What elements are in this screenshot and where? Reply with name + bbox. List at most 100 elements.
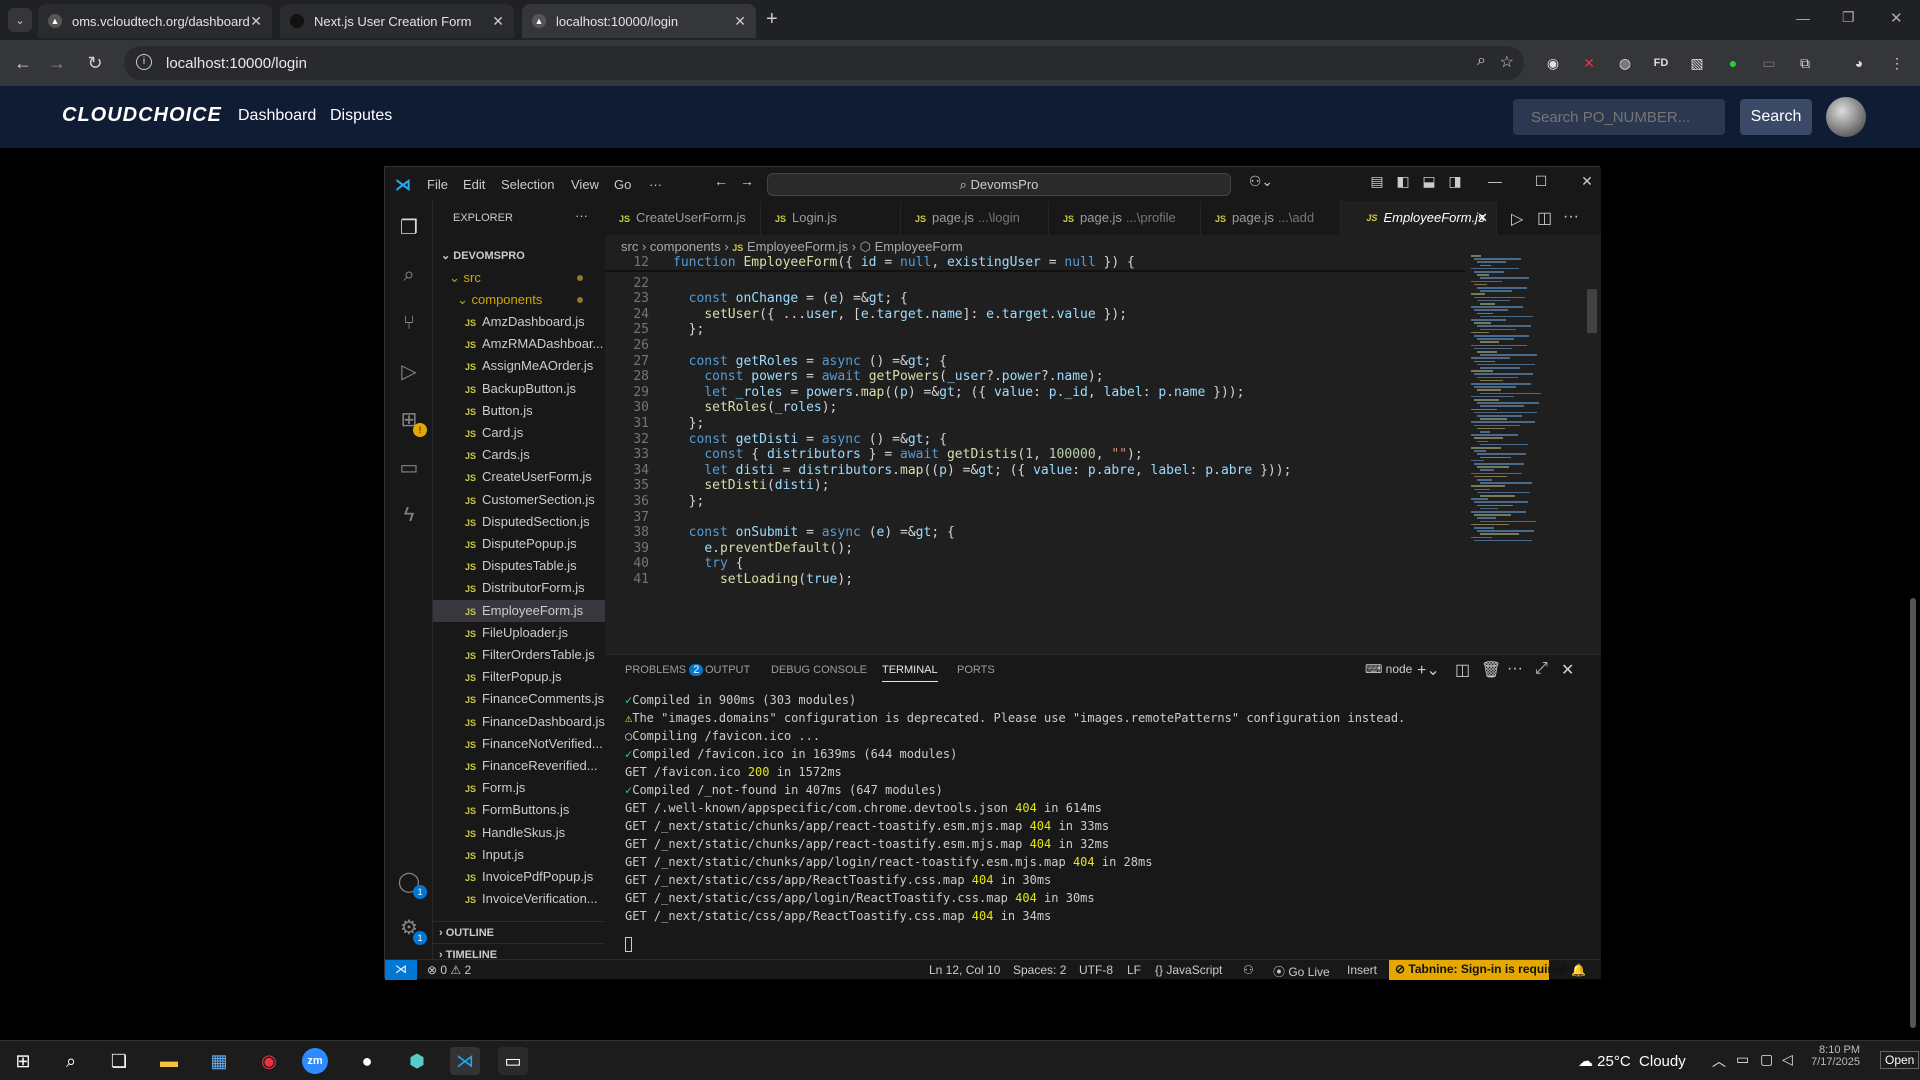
extension-dark-icon[interactable]: ▭ (1758, 52, 1780, 74)
user-avatar[interactable] (1826, 97, 1866, 137)
microsoft-store-icon[interactable]: ▦ (204, 1047, 234, 1075)
extensions-puzzle-icon[interactable]: ⧉ (1794, 52, 1816, 74)
task-view-icon[interactable]: ❏ (104, 1047, 134, 1075)
editor-scrollbar[interactable] (1587, 289, 1597, 333)
minimap[interactable] (1465, 255, 1585, 653)
breadcrumb-item[interactable]: EmployeeForm.js (747, 239, 848, 254)
file-item[interactable]: JS DistributorForm.js (433, 577, 605, 599)
browser-tab-login[interactable]: ▲ localhost:10000/login ✕ (522, 4, 756, 38)
code-line[interactable]: function EmployeeForm({ id = null, exist… (673, 255, 1135, 270)
vscode-taskbar-icon[interactable]: ⋊ (450, 1047, 480, 1075)
tray-display-icon[interactable]: ▢ (1760, 1051, 1773, 1068)
lightning-icon[interactable]: ϟ (395, 501, 423, 529)
close-tab-icon[interactable]: ✕ (250, 13, 262, 30)
extension-fd-icon[interactable]: FD (1650, 52, 1672, 74)
encoding[interactable]: UTF-8 (1079, 963, 1113, 977)
accounts-icon[interactable]: ◯ 1 (395, 867, 427, 899)
nav-disputes-link[interactable]: Disputes (330, 107, 392, 125)
kill-terminal-icon[interactable]: 🗑 (1481, 660, 1501, 680)
tray-chevron-up-icon[interactable]: ︿ (1712, 1051, 1726, 1071)
po-number-search-input[interactable] (1513, 99, 1725, 135)
clock[interactable]: 8:10 PM 7/17/2025 (1806, 1044, 1860, 1068)
editor-tab[interactable]: JS Login.js (761, 201, 901, 235)
timeline-section[interactable]: › TIMELINE (433, 943, 605, 959)
close-tab-icon[interactable]: ✕ (734, 13, 746, 30)
file-item[interactable]: JS Form.js (433, 777, 605, 799)
browser-menu-icon[interactable]: ⋮ (1886, 52, 1908, 74)
file-item[interactable]: JS FilterPopup.js (433, 666, 605, 688)
app-hex-icon[interactable]: ⬢ (402, 1047, 432, 1075)
site-logo[interactable]: CLOUDCHOICE (62, 104, 222, 127)
file-item[interactable]: JS HandleSkus.js (433, 822, 605, 844)
extension-globe-icon[interactable]: ◍ (1614, 52, 1636, 74)
code-line[interactable]: const onSubmit = async (e) =&gt; { (673, 525, 955, 540)
zoom-app-icon[interactable]: zm (302, 1048, 328, 1074)
maximize-panel-icon[interactable]: ⤢ (1535, 660, 1548, 678)
go-back-icon[interactable]: ← (709, 173, 733, 195)
file-item[interactable]: JS Input.js (433, 844, 605, 866)
file-item[interactable]: JS FinanceDashboard.js (433, 711, 605, 733)
file-item[interactable]: JS FileUploader.js (433, 622, 605, 644)
search-icon[interactable]: ⌕ (395, 261, 423, 289)
breadcrumb-item[interactable]: EmployeeForm (875, 239, 963, 254)
code-line[interactable]: try { (673, 556, 743, 571)
terminal-shell-selector[interactable]: ⌨ node (1365, 662, 1412, 676)
copilot-icon[interactable]: ⚇⌄ (1243, 173, 1279, 195)
file-item[interactable]: JS CreateUserForm.js (433, 466, 605, 488)
code-line[interactable]: }; (673, 322, 705, 337)
file-item[interactable]: JS DisputePopup.js (433, 533, 605, 555)
editor-tab[interactable]: JS page.js ...\add (1201, 201, 1341, 235)
close-panel-icon[interactable]: ✕ (1561, 660, 1574, 680)
code-line[interactable]: const onChange = (e) =&gt; { (673, 291, 908, 306)
close-window-icon[interactable]: ✕ (1890, 9, 1903, 27)
search-button[interactable]: Search (1740, 99, 1812, 135)
file-explorer-icon[interactable]: ▬ (154, 1047, 184, 1075)
bookmark-star-icon[interactable]: ☆ (1500, 52, 1514, 72)
problems-status[interactable]: ⊗ 0 ⚠ 2 (427, 963, 471, 977)
menu-edit[interactable]: Edit (463, 177, 485, 192)
maximize-icon[interactable]: ☐ (1529, 173, 1553, 195)
file-item[interactable]: JS AmzRMADashboar... (433, 333, 605, 355)
close-tab-icon[interactable]: ✕ (492, 13, 504, 30)
file-item[interactable]: JS AssignMeAOrder.js (433, 355, 605, 377)
cursor-position[interactable]: Ln 12, Col 10 (929, 963, 1000, 977)
extension-green-icon[interactable]: ● (1722, 52, 1744, 74)
code-line[interactable]: setUser({ ...user, [e.target.name]: e.ta… (673, 307, 1127, 322)
browser-tab-nextjs[interactable]: Next.js User Creation Form ✕ (280, 4, 514, 38)
code-line[interactable]: const powers = await getPowers(_user?.po… (673, 369, 1103, 384)
copilot-status-icon[interactable]: ⚇ (1243, 963, 1254, 977)
tab-problems[interactable]: PROBLEMS 2 (625, 664, 704, 676)
app-drop-icon[interactable]: ● (352, 1047, 382, 1075)
end-of-line[interactable]: LF (1127, 963, 1141, 977)
menu-selection[interactable]: Selection (501, 177, 554, 192)
tab-output[interactable]: OUTPUT (705, 664, 750, 676)
notifications-bell-icon[interactable]: 🔔 (1571, 963, 1586, 977)
file-item[interactable]: JS DisputesTable.js (433, 555, 605, 577)
menu-view[interactable]: View (571, 177, 599, 192)
windows-start-icon[interactable]: ⊞ (8, 1047, 38, 1075)
folder-src[interactable]: ⌄ src (433, 267, 605, 289)
code-line[interactable]: const getDisti = async () =&gt; { (673, 432, 947, 447)
code-line[interactable]: let disti = distributors.map((p) =&gt; (… (673, 463, 1291, 478)
minimize-window-icon[interactable]: — (1796, 10, 1810, 26)
project-root[interactable]: ⌄ DEVOMSPRO (433, 245, 605, 267)
menu-go[interactable]: Go (614, 177, 631, 192)
file-item[interactable]: JS FormButtons.js (433, 799, 605, 821)
close-icon[interactable]: ✕ (1575, 173, 1599, 195)
code-line[interactable]: }; (673, 416, 705, 431)
back-arrow-icon[interactable]: ← (10, 50, 36, 76)
code-line[interactable]: const { distributors } = await getDistis… (673, 447, 1142, 462)
file-item[interactable]: JS Cards.js (433, 444, 605, 466)
editor-mode[interactable]: Insert (1347, 963, 1377, 977)
command-center[interactable]: ⌕ DevomsPro (767, 173, 1231, 196)
split-terminal-icon[interactable]: ◫ (1455, 660, 1470, 680)
code-line[interactable]: e.preventDefault(); (673, 541, 853, 556)
file-item[interactable]: JS BackupButton.js (433, 378, 605, 400)
tab-search-button[interactable]: ⌄ (8, 8, 32, 32)
folder-components[interactable]: ⌄ components (433, 289, 605, 311)
tray-volume-icon[interactable]: ◁ (1782, 1051, 1793, 1068)
address-bar[interactable]: i localhost:10000/login ⌕ ☆ (124, 46, 1524, 80)
code-line[interactable]: const getRoles = async () =&gt; { (673, 354, 947, 369)
tab-ports[interactable]: PORTS (957, 664, 995, 676)
toggle-panel-icon[interactable]: ⬓ (1417, 173, 1441, 195)
